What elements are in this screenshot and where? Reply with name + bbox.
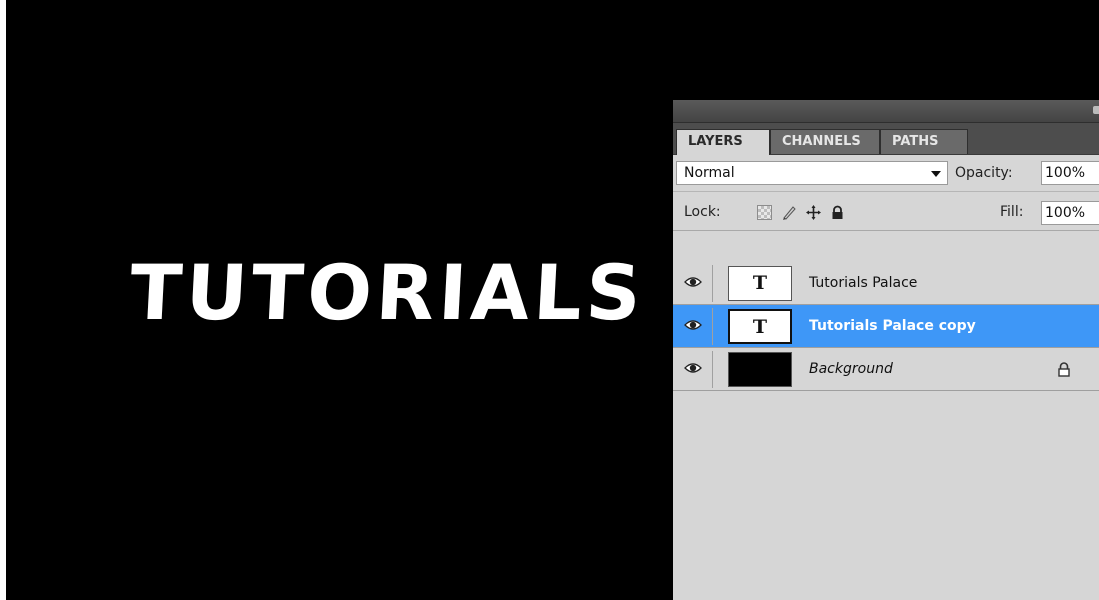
visibility-toggle[interactable] [676, 308, 713, 345]
opacity-label: Opacity: [955, 165, 1013, 181]
chevron-down-icon [931, 171, 941, 177]
tab-layers[interactable]: LAYERS [676, 129, 770, 155]
eye-icon [684, 277, 702, 287]
lock-image-pixels-icon[interactable] [782, 205, 797, 220]
tab-channels[interactable]: CHANNELS [770, 129, 880, 154]
layer-row-background[interactable]: Background [673, 348, 1099, 391]
lock-position-icon[interactable] [806, 205, 821, 220]
panel-tabs: LAYERS CHANNELS PATHS [673, 123, 1099, 155]
eye-icon [684, 320, 702, 330]
layer-thumbnail [728, 352, 792, 387]
layers-panel: LAYERS CHANNELS PATHS Normal Opacity: 10… [673, 100, 1099, 600]
lock-label: Lock: [684, 204, 721, 220]
visibility-toggle[interactable] [676, 265, 713, 302]
lock-transparent-pixels-icon[interactable] [757, 205, 772, 220]
fill-label: Fill: [1000, 204, 1024, 220]
blend-options-row: Normal Opacity: 100% [673, 155, 1099, 192]
layer-row-tutorials-palace-copy[interactable]: T Tutorials Palace copy [673, 305, 1099, 348]
layer-name[interactable]: Background [809, 348, 893, 391]
blend-mode-value: Normal [684, 165, 735, 181]
canvas-text: TUTORIALS P [127, 248, 738, 337]
opacity-field[interactable]: 100% [1041, 161, 1099, 185]
lock-icon [1058, 362, 1070, 377]
fill-field[interactable]: 100% [1041, 201, 1099, 225]
lock-all-icon[interactable] [830, 205, 845, 220]
panel-collapse-icon[interactable] [1093, 106, 1099, 114]
layer-row-tutorials-palace[interactable]: T Tutorials Palace [673, 262, 1099, 305]
lock-row: Lock: Fill: 100% [673, 192, 1099, 231]
eye-icon [684, 363, 702, 373]
panel-titlebar[interactable] [673, 100, 1099, 123]
layer-name[interactable]: Tutorials Palace copy [809, 305, 976, 348]
blend-mode-select[interactable]: Normal [676, 161, 948, 185]
layer-thumbnail: T [728, 266, 792, 301]
layer-thumbnail: T [728, 309, 792, 344]
layer-name[interactable]: Tutorials Palace [809, 262, 917, 305]
tab-paths[interactable]: PATHS [880, 129, 968, 154]
visibility-toggle[interactable] [676, 351, 713, 388]
